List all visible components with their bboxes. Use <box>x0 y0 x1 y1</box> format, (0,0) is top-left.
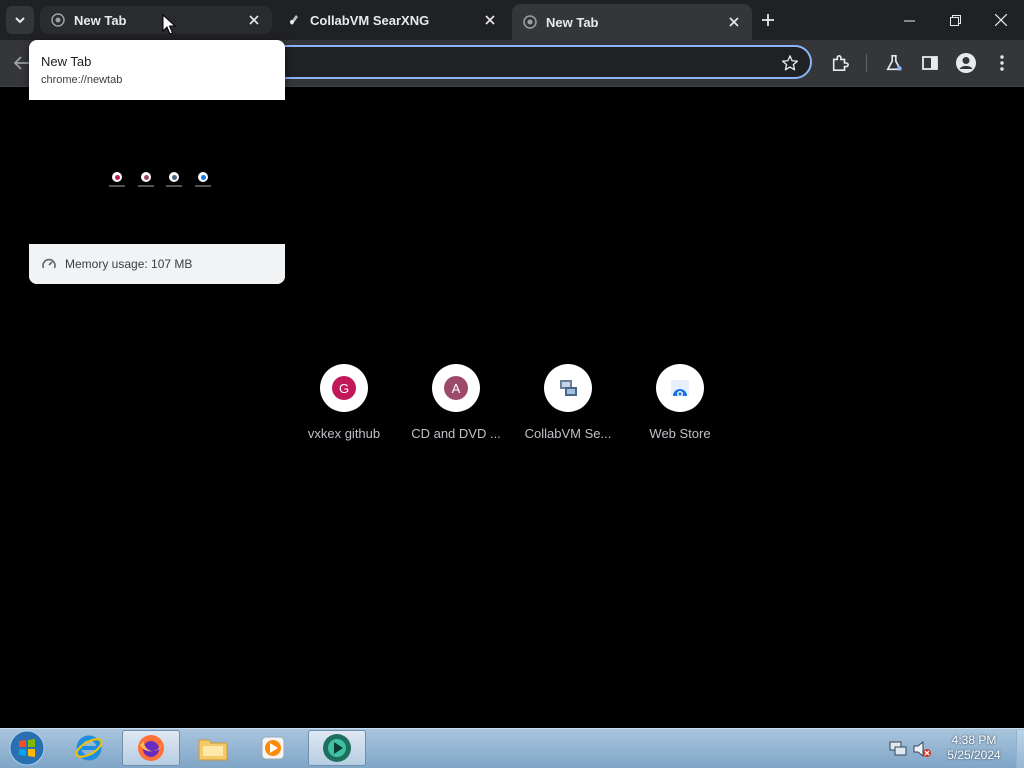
avatar-icon <box>956 53 976 73</box>
shortcut-label: CollabVM Se... <box>524 426 612 441</box>
memory-usage: Memory usage: 107 MB <box>65 257 193 271</box>
webstore-icon <box>671 380 689 397</box>
extensions-button[interactable] <box>824 47 856 79</box>
hover-card-footer: Memory usage: 107 MB <box>29 244 285 284</box>
taskbar-firefox[interactable] <box>122 730 180 766</box>
hover-card-title: New Tab <box>41 54 92 69</box>
tab-search-button[interactable] <box>6 6 34 34</box>
bookmark-star-button[interactable] <box>778 51 802 75</box>
globe-icon <box>50 12 66 28</box>
arrow-left-icon <box>14 56 29 70</box>
restore-button[interactable] <box>932 0 978 40</box>
folder-icon <box>198 739 228 761</box>
profile-button[interactable] <box>950 47 982 79</box>
close-icon <box>249 15 259 25</box>
taskbar-clock[interactable]: 4:38 PM 5/25/2024 <box>934 733 1014 763</box>
tab-title: New Tab <box>546 14 599 30</box>
browser-app-icon <box>323 734 351 762</box>
shortcut-icon: A <box>432 364 480 412</box>
clock-time: 4:38 PM <box>951 733 997 747</box>
restore-icon <box>949 14 961 26</box>
shortcut-icon <box>544 364 592 412</box>
minimize-icon <box>903 20 915 21</box>
shortcut-tile[interactable]: A CD and DVD ... <box>400 364 512 460</box>
close-window-button[interactable] <box>978 0 1024 40</box>
letter-icon: G <box>332 376 356 400</box>
hover-card-preview <box>29 100 285 244</box>
media-player-icon <box>261 736 285 760</box>
preview-shortcut <box>138 172 154 187</box>
tab-title: New Tab <box>74 12 127 28</box>
network-icon <box>889 741 907 756</box>
volume-muted-icon <box>913 740 931 758</box>
tab-collabvm-searxng[interactable]: CollabVM SearXNG <box>276 6 508 34</box>
hover-card-url: chrome://newtab <box>41 74 123 86</box>
network-tray-icon[interactable] <box>888 740 908 758</box>
globe-icon <box>522 14 538 30</box>
shortcut-label: CD and DVD ... <box>411 426 501 441</box>
tab-new-tab-1[interactable]: New Tab <box>40 6 272 34</box>
taskbar-media-player[interactable] <box>244 730 302 766</box>
tab-new-tab-active[interactable]: New Tab <box>512 4 752 40</box>
taskbar-ie[interactable] <box>60 730 118 766</box>
taskbar-browser[interactable] <box>308 730 366 766</box>
tab-hover-card: New Tab chrome://newtab Memory usage: 10… <box>29 40 285 284</box>
puzzle-icon <box>832 55 849 72</box>
side-panel-icon <box>922 56 938 70</box>
chevron-down-icon <box>15 17 25 24</box>
shortcut-icon: G <box>320 364 368 412</box>
collabvm-icon <box>560 380 577 396</box>
shortcut-tile[interactable]: CollabVM Se... <box>512 364 624 460</box>
kebab-menu-icon <box>1000 55 1004 71</box>
tab-close-button[interactable] <box>480 10 500 30</box>
address-bar[interactable] <box>230 45 812 79</box>
labs-button[interactable] <box>878 47 910 79</box>
gauge-icon <box>42 258 56 269</box>
windows-logo-icon <box>9 730 45 766</box>
volume-tray-icon[interactable] <box>912 740 932 758</box>
tab-close-button[interactable] <box>724 12 744 32</box>
shortcut-label: vxkex github <box>307 426 381 441</box>
shortcut-tile[interactable]: Web Store <box>624 364 736 460</box>
shortcut-icon <box>656 364 704 412</box>
minimize-button[interactable] <box>886 0 932 40</box>
menu-button[interactable] <box>986 47 1018 79</box>
tab-close-button[interactable] <box>244 10 264 30</box>
shortcut-label: Web Store <box>649 426 711 441</box>
preview-shortcut <box>195 172 211 187</box>
firefox-icon <box>138 735 164 761</box>
toolbar-divider <box>866 54 867 72</box>
shortcut-tile[interactable]: G vxkex github <box>288 364 400 460</box>
start-button[interactable] <box>6 730 48 766</box>
close-icon <box>485 15 495 25</box>
preview-shortcut <box>109 172 125 187</box>
taskbar-explorer[interactable] <box>184 730 242 766</box>
searxng-icon <box>286 12 302 28</box>
plus-icon <box>762 14 774 26</box>
clock-date: 5/25/2024 <box>947 748 1001 762</box>
close-icon <box>729 17 739 27</box>
flask-icon <box>886 54 902 71</box>
star-icon <box>781 55 799 71</box>
letter-icon: A <box>444 376 468 400</box>
close-icon <box>995 14 1007 26</box>
show-desktop-button[interactable] <box>1016 730 1024 768</box>
new-tab-button[interactable] <box>756 8 780 32</box>
side-panel-button[interactable] <box>914 47 946 79</box>
tab-title: CollabVM SearXNG <box>310 12 430 28</box>
preview-shortcut <box>166 172 182 187</box>
internet-explorer-icon <box>75 735 103 761</box>
mouse-cursor-icon <box>162 14 176 35</box>
